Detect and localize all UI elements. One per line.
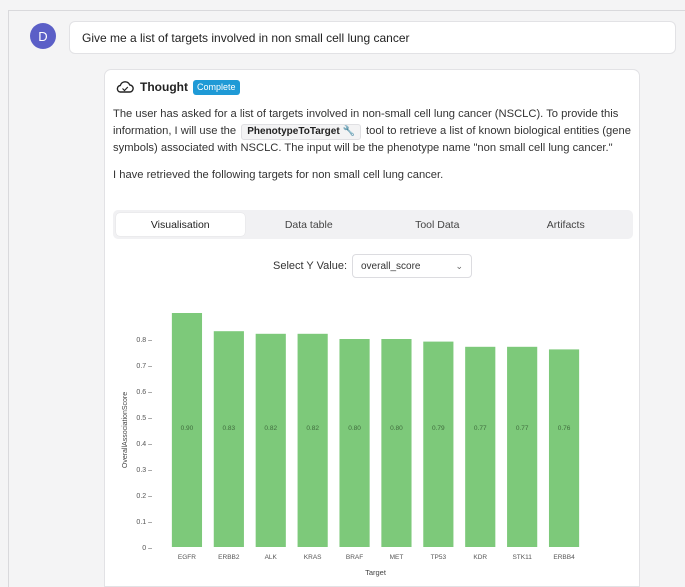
bar <box>507 346 538 547</box>
left-divider <box>8 10 9 587</box>
bar <box>381 339 412 547</box>
top-divider <box>8 10 685 11</box>
y-tick-label: 0.2 – <box>136 493 152 500</box>
bar-value-label: 0.76 <box>558 425 571 432</box>
y-tick-label: 0.8 – <box>136 337 152 344</box>
y-tick-label: 0.5 – <box>136 415 152 422</box>
x-tick-label: KRAS <box>304 554 322 561</box>
bar <box>465 346 496 547</box>
bar-value-label: 0.77 <box>474 425 487 432</box>
y-axis-title: OverallAssociationScore <box>122 392 129 468</box>
x-tick-label: ERBB4 <box>553 554 575 561</box>
thought-card: Thought Complete The user has asked for … <box>104 69 640 587</box>
y-tick-label: 0 – <box>142 545 152 552</box>
bar-value-label: 0.80 <box>348 425 361 432</box>
y-tick-label: 0.3 – <box>136 467 152 474</box>
x-axis-title: Target <box>365 568 387 577</box>
bar-value-label: 0.82 <box>306 425 319 432</box>
x-tick-label: ALK <box>265 554 278 561</box>
bar-value-label: 0.77 <box>516 425 529 432</box>
bar <box>255 333 286 547</box>
bar <box>423 341 454 547</box>
y-tick-label: 0.4 – <box>136 441 152 448</box>
bar <box>213 331 244 547</box>
bar <box>548 349 580 547</box>
chat-frame: D Give me a list of targets involved in … <box>0 0 685 587</box>
x-tick-label: STK11 <box>512 554 532 561</box>
x-tick-label: TP53 <box>431 554 447 561</box>
bar-chart: 0 – 0.1 – 0.2 – 0.3 – 0.4 – 0.5 – 0.6 – 0.7 – 0.… <box>122 313 580 577</box>
bar-value-label: 0.80 <box>390 425 403 432</box>
bar-value-label: 0.90 <box>181 425 194 432</box>
x-tick-label: BRAF <box>346 554 363 561</box>
y-tick-label: 0.1 – <box>136 519 152 526</box>
x-tick-label: EGFR <box>178 554 196 561</box>
bar-value-label: 0.83 <box>223 425 236 432</box>
x-tick-label: ERBB2 <box>218 554 240 561</box>
user-avatar: D <box>30 23 56 49</box>
bar <box>297 333 328 547</box>
y-tick-label: 0.6 – <box>136 389 152 396</box>
bar-value-label: 0.79 <box>432 425 445 432</box>
x-tick-label: KDR <box>473 554 487 561</box>
x-tick-label: MET <box>390 554 404 561</box>
bar-value-label: 0.82 <box>264 425 277 432</box>
y-tick-label: 0.7 – <box>136 363 152 370</box>
user-message: Give me a list of targets involved in no… <box>69 21 676 54</box>
bar <box>339 339 370 547</box>
